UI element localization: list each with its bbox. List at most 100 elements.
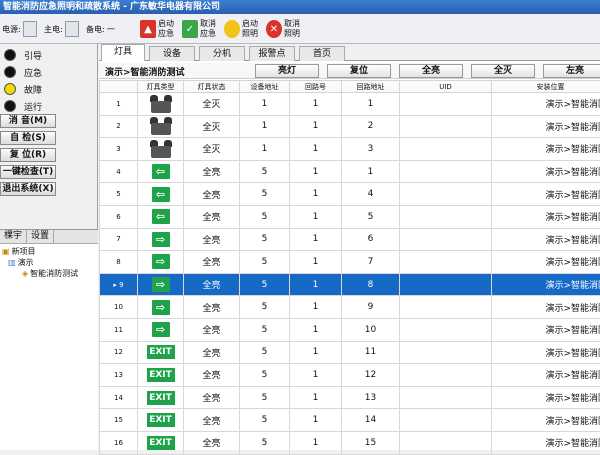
start-lighting-label: 启动照明: [242, 19, 262, 39]
tab-alarm-points[interactable]: 报警点: [249, 46, 295, 61]
device-address: 5: [240, 364, 290, 387]
table-row[interactable]: 4⇦全亮511演示>智能消防: [100, 160, 600, 183]
start-emergency-label: 启动应急: [158, 19, 178, 39]
uid: [400, 431, 492, 454]
start-lighting-button[interactable]: 启动照明: [224, 16, 262, 42]
row-index: 12: [100, 341, 138, 364]
status-guide: 引导: [4, 48, 42, 62]
col-device-address[interactable]: 设备地址: [240, 81, 290, 93]
fixture-type-cell: ⇨: [138, 251, 184, 274]
status-label: 引导: [24, 49, 42, 62]
left-arrow-sign-icon: ⇦: [152, 187, 170, 202]
uid: [400, 364, 492, 387]
light-on-button[interactable]: 亮灯: [255, 64, 319, 78]
right-arrow-sign-icon: ⇨: [152, 232, 170, 247]
uid: [400, 160, 492, 183]
install-location: 演示>智能消防: [492, 205, 600, 228]
table-row[interactable]: 6⇦全亮515演示>智能消防: [100, 205, 600, 228]
fixture-state: 全亮: [184, 228, 240, 251]
install-location: 演示>智能消防: [492, 251, 600, 274]
tab-devices[interactable]: 设备: [149, 46, 195, 61]
table-row[interactable]: 15EXIT全亮5114演示>智能消防: [100, 409, 600, 432]
tab-sub-units[interactable]: 分机: [199, 46, 245, 61]
install-location: 演示>智能消防: [492, 341, 600, 364]
loop-address: 6: [342, 228, 400, 251]
one-key-check-button[interactable]: 一键检查(T): [0, 165, 56, 179]
fixture-type-cell: ⇨: [138, 296, 184, 319]
check-icon: ✓: [182, 20, 198, 38]
exit-system-button[interactable]: 退出系统(X): [0, 182, 56, 196]
loop-address: 5: [342, 205, 400, 228]
col-state[interactable]: 灯具状态: [184, 81, 240, 93]
all-off-button[interactable]: 全灭: [471, 64, 535, 78]
table-row[interactable]: 10⇨全亮519演示>智能消防: [100, 296, 600, 319]
cancel-emergency-button[interactable]: ✓ 取消应急: [182, 16, 220, 42]
status-led: [4, 83, 16, 95]
left-on-button[interactable]: 左亮: [543, 64, 600, 78]
tree-node-project[interactable]: ▣ 新项目: [2, 246, 36, 257]
battery-indicator: 备电: 一: [86, 20, 115, 38]
table-row[interactable]: 7⇨全亮516演示>智能消防: [100, 228, 600, 251]
cancel-icon: ✕: [266, 20, 282, 38]
loop-address: 12: [342, 364, 400, 387]
col-uid[interactable]: UID: [400, 81, 492, 93]
uid: [400, 296, 492, 319]
col-location[interactable]: 安装位置: [492, 81, 600, 93]
start-emergency-button[interactable]: ▲ 启动应急: [140, 16, 178, 42]
fixture-type-cell: [138, 138, 184, 161]
tree-node-demo[interactable]: ▥ 演示: [8, 257, 34, 268]
all-on-button[interactable]: 全亮: [399, 64, 463, 78]
table-row[interactable]: 2全灭112演示>智能消防: [100, 115, 600, 138]
row-index: 8: [100, 251, 138, 274]
left-panel: 引导 应急 故障 运行 消 音(M) 自 检(S) 复 位(R) 一键检查(T)…: [0, 44, 98, 450]
table-row[interactable]: 8⇨全亮517演示>智能消防: [100, 251, 600, 274]
install-location: 演示>智能消防: [492, 318, 600, 341]
fixture-type-cell: [138, 93, 184, 116]
table-row[interactable]: 5⇦全亮514演示>智能消防: [100, 183, 600, 206]
table-row[interactable]: 13EXIT全亮5112演示>智能消防: [100, 364, 600, 387]
col-loop-address[interactable]: 回路地址: [342, 81, 400, 93]
action-bar: 演示>智能消防测试 亮灯 复位 全亮 全灭 左亮: [99, 63, 600, 79]
fixture-type-cell: ⇨: [138, 228, 184, 251]
status-led: [4, 66, 16, 78]
loop-number: 1: [290, 115, 342, 138]
table-row[interactable]: 14EXIT全亮5113演示>智能消防: [100, 386, 600, 409]
install-location: 演示>智能消防: [492, 431, 600, 454]
power-label: 电源:: [2, 24, 21, 35]
fixture-state: 全亮: [184, 409, 240, 432]
fire-icon: ▲: [140, 20, 156, 38]
device-address: 5: [240, 431, 290, 454]
table-row[interactable]: ▸ 9⇨全亮518演示>智能消防: [100, 273, 600, 296]
loop-address: 8: [342, 273, 400, 296]
fixture-state: 全亮: [184, 251, 240, 274]
tree-tabs: 棵宇 设置: [0, 230, 98, 244]
col-loop-number[interactable]: 回路号: [290, 81, 342, 93]
exit-sign-icon: EXIT: [147, 368, 175, 382]
tab-home[interactable]: 首页: [299, 46, 345, 61]
mute-button[interactable]: 消 音(M): [0, 114, 56, 128]
row-index: 4: [100, 160, 138, 183]
mains-label: 主电:: [44, 24, 63, 35]
reset-button[interactable]: 复 位(R): [0, 148, 56, 162]
fixture-state: 全亮: [184, 296, 240, 319]
table-row[interactable]: 1全灭111演示>智能消防: [100, 93, 600, 116]
table-row[interactable]: 16EXIT全亮5115演示>智能消防: [100, 431, 600, 454]
fixture-state: 全灭: [184, 93, 240, 116]
table-row[interactable]: 11⇨全亮5110演示>智能消防: [100, 318, 600, 341]
loop-address: 2: [342, 115, 400, 138]
tab-fixtures[interactable]: 灯具: [101, 44, 145, 61]
device-address: 5: [240, 386, 290, 409]
table-row[interactable]: 12EXIT全亮5111演示>智能消防: [100, 341, 600, 364]
row-index: 11: [100, 318, 138, 341]
table-row[interactable]: 3全灭113演示>智能消防: [100, 138, 600, 161]
device-address: 1: [240, 115, 290, 138]
col-type[interactable]: 灯具类型: [138, 81, 184, 93]
device-address: 5: [240, 409, 290, 432]
self-test-button[interactable]: 自 检(S): [0, 131, 56, 145]
tree-node-test[interactable]: ◈ 智能消防测试: [22, 268, 78, 279]
tab-settings-panel[interactable]: 设置: [27, 230, 54, 243]
fixture-state: 全灭: [184, 115, 240, 138]
cancel-lighting-button[interactable]: ✕ 取消照明: [266, 16, 304, 42]
tab-tree[interactable]: 棵宇: [0, 230, 27, 243]
reset-fixture-button[interactable]: 复位: [327, 64, 391, 78]
